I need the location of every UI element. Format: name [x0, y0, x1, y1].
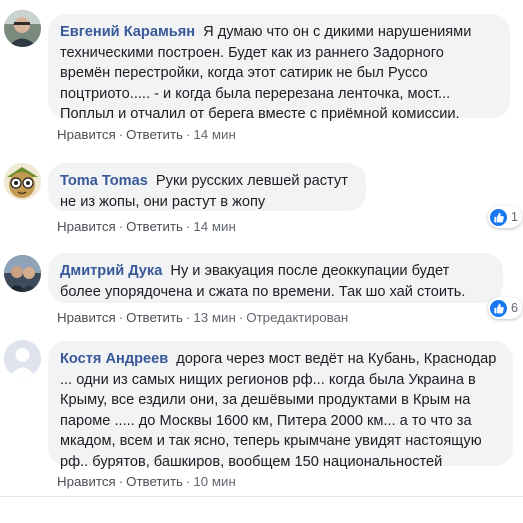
comment-actions: Нравится · Ответить · 13 мин · Отредактирован	[57, 310, 349, 325]
comment-actions: Нравится · Ответить · 14 мин	[57, 127, 236, 142]
reaction-count: 1	[511, 210, 518, 224]
comment-actions: Нравится · Ответить · 10 мин	[57, 474, 236, 489]
like-link[interactable]: Нравится	[57, 310, 116, 325]
avatar[interactable]	[4, 163, 41, 200]
like-link[interactable]: Нравится	[57, 127, 116, 142]
avatar[interactable]	[4, 255, 41, 292]
edited-label[interactable]: Отредактирован	[246, 310, 348, 325]
comment-author[interactable]: Костя Андреев	[60, 351, 168, 367]
comment-bubble: Toma Tomas Руки русских левшей растут не…	[48, 163, 366, 211]
comment-bubble: Евгений Карамьян Я думаю что он с дикими…	[48, 14, 510, 122]
reply-link[interactable]: Ответить	[126, 474, 183, 489]
comment-actions: Нравится · Ответить · 14 мин	[57, 219, 236, 234]
comment-text: дорога через мост ведёт на Кубань, Красн…	[60, 351, 497, 470]
comment-bubble: Дмитрий Дука Ну и эвакуация после деокку…	[48, 253, 503, 303]
comment-bubble: Костя Андреев дорога через мост ведёт на…	[48, 341, 513, 470]
reaction-count-badge[interactable]: 1	[488, 206, 522, 228]
thumbs-up-icon	[490, 208, 507, 226]
comment-author[interactable]: Дмитрий Дука	[60, 263, 162, 279]
comment-time[interactable]: 14 мин	[193, 127, 235, 142]
comment-author[interactable]: Toma Tomas	[60, 173, 148, 189]
reply-link[interactable]: Ответить	[126, 310, 183, 325]
thumbs-up-icon	[490, 299, 507, 317]
comment-time[interactable]: 13 мин	[193, 310, 235, 325]
reply-link[interactable]: Ответить	[126, 127, 183, 142]
comment-author[interactable]: Евгений Карамьян	[60, 24, 195, 40]
reaction-count-badge[interactable]: 6	[488, 297, 522, 319]
like-link[interactable]: Нравится	[57, 474, 116, 489]
like-link[interactable]: Нравится	[57, 219, 116, 234]
avatar[interactable]	[4, 10, 41, 47]
divider	[0, 496, 523, 497]
comment-time[interactable]: 10 мин	[193, 474, 235, 489]
default-avatar-icon[interactable]	[4, 340, 41, 377]
reply-link[interactable]: Ответить	[126, 219, 183, 234]
comment-time[interactable]: 14 мин	[193, 219, 235, 234]
reaction-count: 6	[511, 301, 518, 315]
